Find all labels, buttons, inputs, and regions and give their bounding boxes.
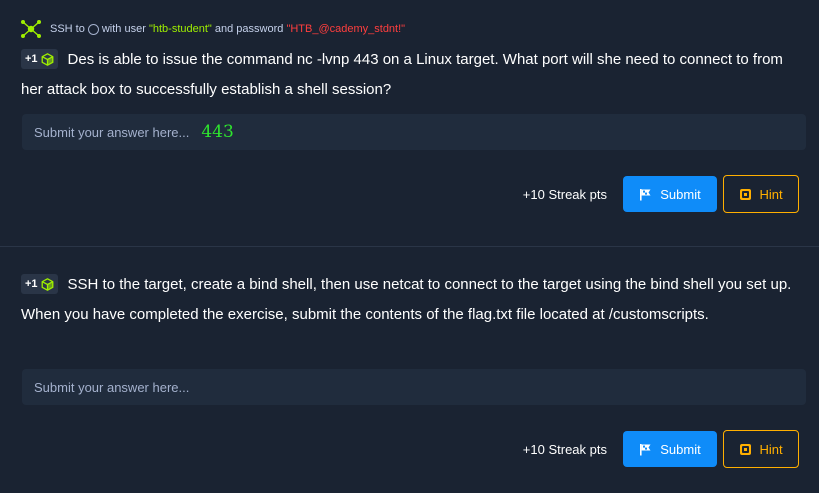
cube-icon [41,52,53,66]
hint-button[interactable]: Hint [723,430,799,468]
submit-button[interactable]: Submit [623,431,717,467]
question-1-actions: +10 Streak pts Submit Hint [523,175,799,213]
question-divider [0,246,819,247]
points-badge: +1 [21,49,58,70]
answer-placeholder: Submit your answer here... [34,379,190,395]
answer-placeholder: Submit your answer here... [34,124,190,140]
submit-button[interactable]: Submit [623,176,717,212]
flag-icon [640,443,651,455]
ssh-info: SSH to with user "htb-student" and passw… [20,18,405,40]
cube-icon [41,277,53,291]
question-2-text: +1 SSH to the target, create a bind shel… [21,270,807,330]
points-label: +1 [25,53,38,66]
answer-input-1[interactable]: Submit your answer here... 443 [22,114,806,150]
points-badge: +1 [21,274,58,295]
hint-label: Hint [759,186,783,202]
flag-icon [640,188,651,200]
submit-label: Submit [660,441,701,457]
ssh-password: "HTB_@cademy_stdnt!" [286,23,406,35]
hint-icon [740,188,752,200]
network-icon [21,20,41,38]
submit-label: Submit [660,186,701,202]
target-status-icon [87,23,99,35]
ssh-with-user: with user [101,23,146,35]
question-2-label: SSH to the target, create a bind shell, … [21,276,792,323]
hint-label: Hint [759,441,783,457]
hint-button[interactable]: Hint [723,175,799,213]
question-1-label: Des is able to issue the command nc -lvn… [21,51,783,98]
ssh-username: "htb-student" [148,23,212,35]
streak-points: +10 Streak pts [522,186,607,202]
question-2-actions: +10 Streak pts Submit Hint [523,430,799,468]
answer-input-2[interactable]: Submit your answer here... [22,369,806,405]
ssh-and-password: and password [214,23,284,35]
answer-value: 443 [201,122,234,142]
streak-points: +10 Streak pts [522,441,607,457]
question-1-text: +1 Des is able to issue the command nc -… [21,45,807,105]
points-label: +1 [25,278,38,291]
hint-icon [740,443,752,455]
ssh-prefix: SSH to [50,23,85,35]
